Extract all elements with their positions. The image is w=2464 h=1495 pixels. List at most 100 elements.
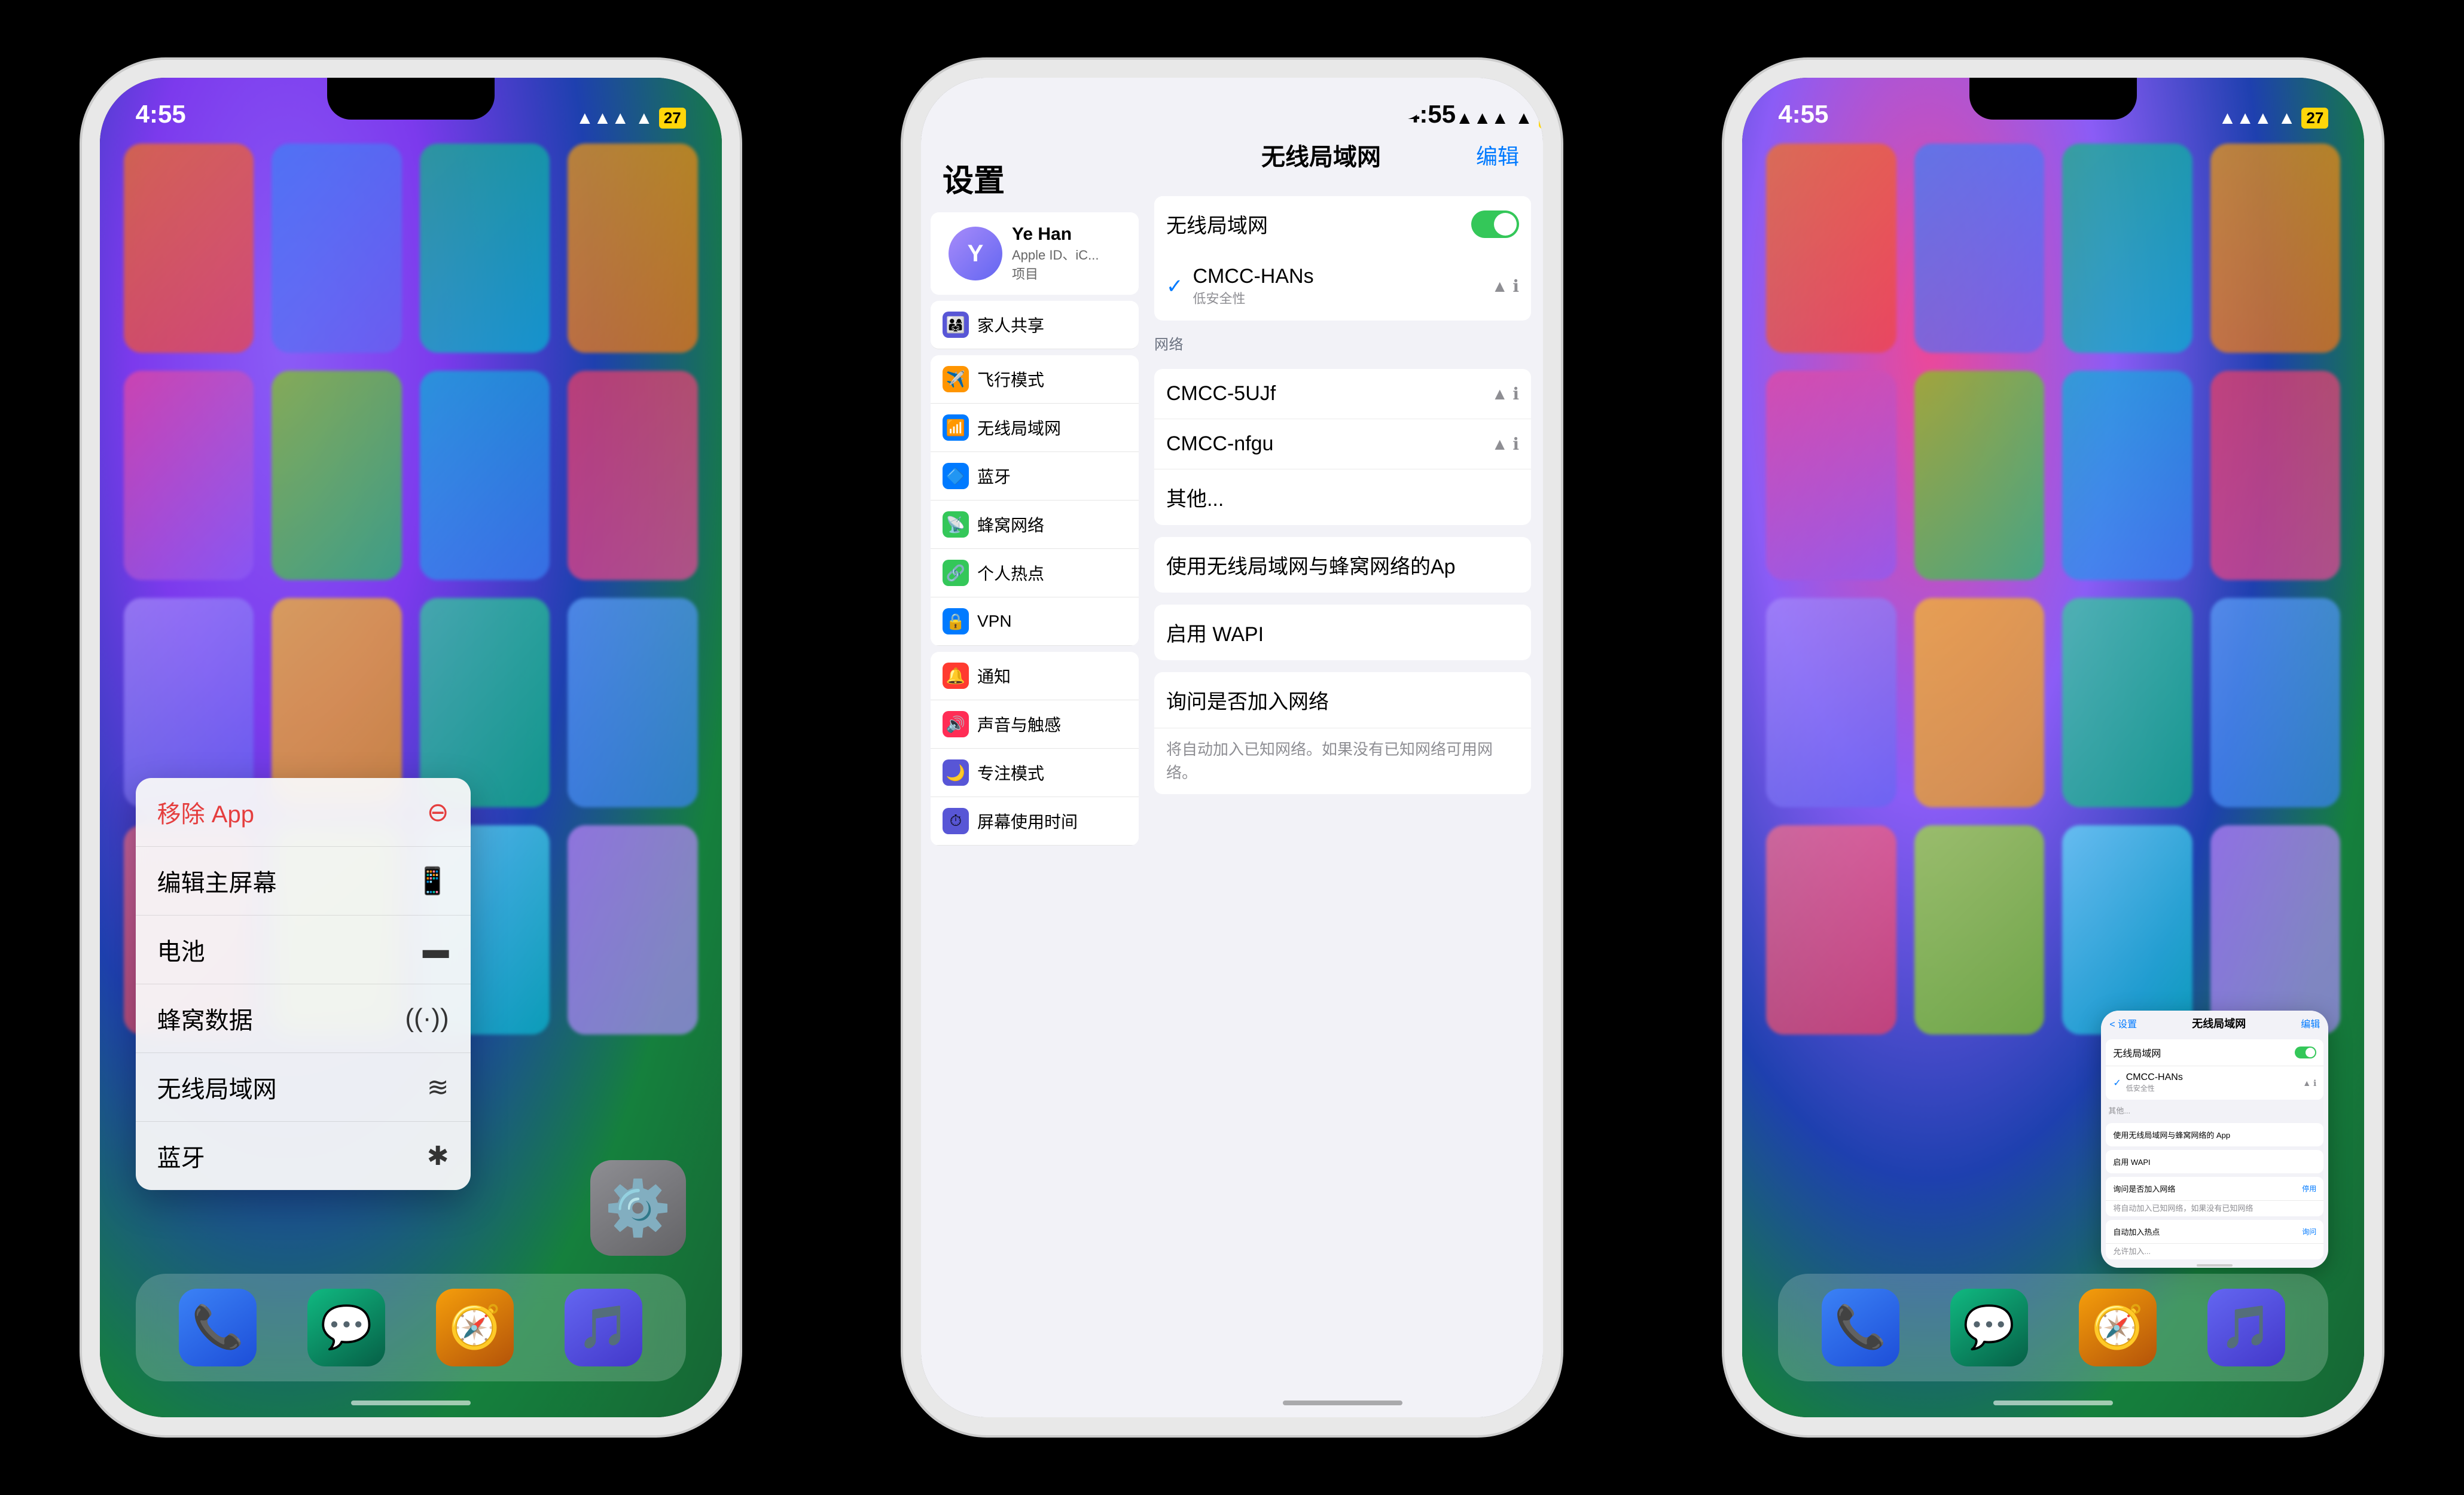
settings-title: 设置: [921, 144, 1148, 206]
dock-safari-icon-3[interactable]: 🧭: [2079, 1289, 2157, 1366]
wifi-nav-title: 无线局域网: [1261, 138, 1381, 172]
nested-title: 无线局域网: [2192, 1015, 2246, 1031]
settings-family-sharing[interactable]: 👨‍👩‍👧 家人共享: [931, 301, 1139, 349]
battery-indicator-3: 27: [2301, 108, 2328, 129]
battery-label: 电池: [157, 932, 205, 967]
wifi-wapi-item[interactable]: 启用 WAPI: [1154, 605, 1531, 660]
wifi-panel: 4:55 ▲▲▲ ▲ 27 无线局域网 编辑 无线局域网: [1142, 78, 1543, 1417]
home-indicator-2: [1283, 1401, 1402, 1405]
phone-1: 4:55 ▲▲▲ ▲ 27 移除 App ⊖ 编辑主屏幕 📱 电池 ▬: [82, 60, 740, 1435]
wifi-network-2[interactable]: CMCC-nfgu ▲ ℹ: [1154, 419, 1531, 469]
settings-hotspot[interactable]: 🔗 个人热点: [931, 549, 1139, 597]
phone-2: 设置 Y Ye Han Apple ID、iC... 项目 👨‍👩‍👧 家人共享: [903, 60, 1561, 1435]
profile-info: Ye Han Apple ID、iC... 项目: [1012, 224, 1099, 283]
nested-use-section: 使用无线局域网与蜂窝网络的 App: [2106, 1123, 2323, 1146]
airplane-label: 飞行模式: [977, 367, 1044, 391]
dock-music-icon-3[interactable]: 🎵: [2207, 1289, 2285, 1366]
nested-connected-sub: 低安全性: [2126, 1084, 2155, 1093]
context-menu-bluetooth[interactable]: 蓝牙 ✱: [136, 1122, 471, 1190]
phone-1-context-menu: 移除 App ⊖ 编辑主屏幕 📱 电池 ▬ 蜂窝数据 ((·)) 无线局域网 ≋: [136, 778, 471, 1190]
home-indicator: [351, 1401, 471, 1405]
nested-check-icon: ✓: [2113, 1077, 2121, 1089]
context-menu-remove-app[interactable]: 移除 App ⊖: [136, 778, 471, 847]
signal-icon-3: ▲▲▲: [2219, 108, 2272, 129]
screen-time-label: 屏幕使用时间: [977, 809, 1078, 833]
settings-screen-time[interactable]: ⏱ 屏幕使用时间: [931, 797, 1139, 846]
family-label: 家人共享: [977, 313, 1044, 337]
phone-2-status-icons: ▲▲▲ ▲ 27: [1456, 108, 1543, 129]
settings-vpn[interactable]: 🔒 VPN: [931, 597, 1139, 646]
phone-3: 4:55 ▲▲▲ ▲ 27 < 设置 无线局域网 编辑 无线局域网: [1724, 60, 2382, 1435]
phone-1-notch: [327, 78, 495, 120]
cellular-settings-label: 蜂窝网络: [977, 512, 1044, 536]
dock-music-icon[interactable]: 🎵: [565, 1289, 642, 1366]
nested-auto-join-label: 自动加入热点: [2113, 1226, 2302, 1237]
dock-safari-icon[interactable]: 🧭: [436, 1289, 514, 1366]
wifi-use-item[interactable]: 使用无线局域网与蜂窝网络的Ap: [1154, 537, 1531, 593]
wifi-network-2-signal: ▲ ℹ: [1492, 434, 1519, 454]
settings-focus[interactable]: 🌙 专注模式: [931, 749, 1139, 797]
phone-3-screen: 4:55 ▲▲▲ ▲ 27 < 设置 无线局域网 编辑 无线局域网: [1742, 78, 2364, 1417]
settings-wifi[interactable]: 📶 无线局域网: [931, 404, 1139, 452]
dock-messages-icon[interactable]: 💬: [307, 1289, 385, 1366]
wifi-connected-item[interactable]: ✓ CMCC-HANs 低安全性 ▲ ℹ: [1154, 252, 1531, 321]
settings-sound[interactable]: 🔊 声音与触感: [931, 700, 1139, 749]
nested-auto-join-row: 自动加入热点 询问: [2106, 1220, 2323, 1244]
wifi-other-name: 其他...: [1166, 483, 1519, 512]
wifi-edit-button[interactable]: 编辑: [1476, 139, 1519, 170]
nested-connected-row[interactable]: ✓ CMCC-HANs 低安全性 ▲ ℹ: [2106, 1066, 2323, 1100]
context-menu-battery[interactable]: 电池 ▬: [136, 916, 471, 984]
settings-gear-icon: ⚙️: [590, 1160, 686, 1256]
sound-label: 声音与触感: [977, 712, 1061, 736]
nested-ask-label: 询问是否加入网络: [2113, 1183, 2302, 1194]
phone-3-time: 4:55: [1778, 100, 1828, 129]
settings-airplane-mode[interactable]: ✈️ 飞行模式: [931, 355, 1139, 404]
nested-home-indicator: [2197, 1264, 2233, 1267]
wifi-other[interactable]: 其他...: [1154, 469, 1531, 525]
wifi-toggle[interactable]: [1471, 210, 1519, 238]
wifi-connected-sub: 低安全性: [1193, 288, 1485, 307]
dock-phone-icon-3[interactable]: 📞: [1822, 1289, 1899, 1366]
wifi-network-1-name: CMCC-5UJf: [1166, 382, 1486, 405]
context-menu-wifi[interactable]: 无线局域网 ≋: [136, 1053, 471, 1122]
dock-messages-icon-3[interactable]: 💬: [1950, 1289, 2028, 1366]
wifi-networks-section: CMCC-5UJf ▲ ℹ CMCC-nfgu ▲ ℹ 其他...: [1154, 369, 1531, 525]
edit-home-label: 编辑主屏幕: [157, 864, 277, 898]
wifi-menu-label: 无线局域网: [157, 1070, 277, 1105]
context-menu-edit-home[interactable]: 编辑主屏幕 📱: [136, 847, 471, 916]
context-menu-cellular[interactable]: 蜂窝数据 ((·)): [136, 984, 471, 1053]
phone-1-dock: 📞 💬 🧭 🎵: [136, 1274, 686, 1381]
nested-auto-join-value: 询问: [2302, 1226, 2316, 1237]
nested-wifi-screenshot: < 设置 无线局域网 编辑 无线局域网 ✓ CMCC-HANs 低安全性: [2101, 1011, 2328, 1268]
wifi-ask-desc: 将自动加入已知网络。如果没有已知网络可用网络。: [1154, 728, 1531, 794]
notifications-label: 通知: [977, 664, 1011, 688]
screen-time-icon: ⏱: [943, 808, 969, 834]
wifi-toggle-label: 无线局域网: [1166, 209, 1268, 239]
wifi-name-text: CMCC-HANs: [1193, 265, 1313, 288]
wifi-network-1[interactable]: CMCC-5UJf ▲ ℹ: [1154, 369, 1531, 419]
bluetooth-icon: ✱: [427, 1141, 449, 1171]
phone-3-status-icons: ▲▲▲ ▲ 27: [2219, 108, 2329, 129]
nested-wifi-toggle[interactable]: [2295, 1046, 2316, 1058]
phone-3-notch: [1969, 78, 2137, 120]
settings-sidebar: 设置 Y Ye Han Apple ID、iC... 项目 👨‍👩‍👧 家人共享: [921, 78, 1148, 1417]
wifi-ask-item[interactable]: 询问是否加入网络: [1154, 672, 1531, 728]
nested-edit-button[interactable]: 编辑: [2301, 1016, 2320, 1030]
nested-info-icon: ▲ ℹ: [2303, 1078, 2316, 1088]
settings-cellular[interactable]: 📡 蜂窝网络: [931, 501, 1139, 549]
wifi-settings-icon: 📶: [943, 414, 969, 441]
nested-connected-text: CMCC-HANs: [2126, 1072, 2183, 1082]
settings-bluetooth[interactable]: 🔷 蓝牙: [931, 452, 1139, 501]
wifi-use-label: 使用无线局域网与蜂窝网络的Ap: [1166, 550, 1519, 579]
settings-app-icon[interactable]: ⚙️: [590, 1160, 686, 1256]
wifi-network-2-name: CMCC-nfgu: [1166, 432, 1486, 456]
settings-profile[interactable]: Y Ye Han Apple ID、iC... 项目: [931, 212, 1139, 295]
nested-back-button[interactable]: < 设置: [2109, 1016, 2137, 1030]
nested-wifi-toggle-section: 无线局域网 ✓ CMCC-HANs 低安全性 ▲ ℹ: [2106, 1039, 2323, 1100]
settings-notifications[interactable]: 🔔 通知: [931, 652, 1139, 700]
profile-avatar: Y: [949, 227, 1002, 280]
phone-1-time: 4:55: [136, 100, 186, 129]
wifi-toggle-section: 无线局域网 ✓ CMCC-HANs 低安全性 ▲ ℹ: [1154, 196, 1531, 321]
dock-phone-icon[interactable]: 📞: [179, 1289, 257, 1366]
phone-3-dock: 📞 💬 🧭 🎵: [1778, 1274, 2328, 1381]
